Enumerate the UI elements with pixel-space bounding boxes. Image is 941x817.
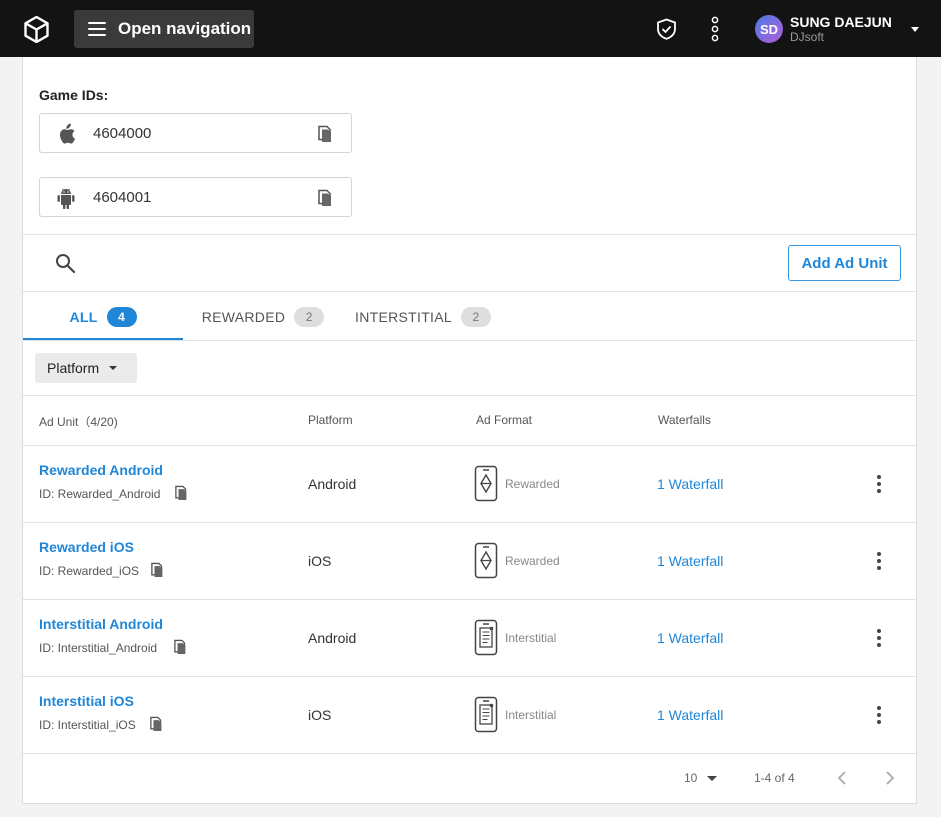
chevron-left-icon[interactable] [835,769,849,787]
tab-label: INTERSTITIAL [355,308,452,325]
avatar[interactable]: SD [755,15,783,43]
ad-units-card: Game IDs: 4604000 4604001 Add Ad Unit AL… [22,57,917,804]
shield-check-icon[interactable] [656,18,677,40]
ad-unit-platform: Android [308,630,357,646]
user-name[interactable]: SUNG DAEJUN [790,14,892,30]
chevron-right-icon[interactable] [883,769,897,787]
column-header-ad-unit: Ad Unit（4/20) [39,415,118,429]
platform-filter-button[interactable]: Platform [35,353,137,383]
tab-count-badge: 4 [106,306,137,327]
ad-unit-format: Interstitial [505,708,557,722]
ios-game-id-field: 4604000 [39,113,352,153]
caret-down-icon [109,366,118,370]
copy-icon[interactable] [318,189,334,207]
game-ids-label: Game IDs: [39,87,109,103]
add-ad-unit-button[interactable]: Add Ad Unit [788,245,901,281]
rows-per-page-value: 10 [684,771,698,785]
ad-unit-name-link[interactable]: Interstitial iOS [39,693,134,709]
column-header-platform: Platform [308,413,353,427]
table-row: Interstitial Android ID: Interstitial_An… [23,600,916,677]
rows-per-page-select[interactable]: 10 [684,771,718,785]
ad-unit-id: ID: Interstitial_iOS [39,718,136,732]
ad-unit-name-link[interactable]: Rewarded Android [39,462,163,478]
ios-game-id-value: 4604000 [93,125,152,142]
ad-unit-format: Rewarded [505,477,560,491]
tab-rewarded[interactable]: REWARDED 2 [201,293,325,340]
ad-unit-id: ID: Rewarded_Android [39,487,161,501]
waterfall-link[interactable]: 1 Waterfall [657,630,723,646]
android-game-id-field: 4604001 [39,177,352,217]
tab-count-badge: 2 [460,306,491,327]
ad-unit-id: ID: Rewarded_iOS [39,564,140,578]
more-vertical-icon[interactable] [873,628,885,648]
more-vertical-icon[interactable] [710,16,720,42]
ad-unit-platform: iOS [308,553,332,569]
waterfall-link[interactable]: 1 Waterfall [657,707,723,723]
ad-unit-name-link[interactable]: Interstitial Android [39,616,163,632]
divider [23,291,916,292]
divider [23,395,916,396]
android-icon [57,188,75,209]
unity-cube-icon[interactable] [24,16,49,43]
copy-icon[interactable] [150,716,164,732]
search-icon[interactable] [55,253,76,274]
table-row: Rewarded iOS ID: Rewarded_iOS iOS Reward… [23,523,916,600]
interstitial-format-icon [474,619,498,656]
more-vertical-icon[interactable] [873,705,885,725]
ad-unit-name-link[interactable]: Rewarded iOS [39,539,134,555]
tab-label: ALL [69,308,98,325]
ad-unit-format: Interstitial [505,631,557,645]
user-org: DJsoft [790,30,825,44]
tab-interstitial[interactable]: INTERSTITIAL 2 [353,293,493,340]
pagination-range: 1-4 of 4 [754,771,795,785]
column-header-ad-format: Ad Format [476,413,533,427]
chevron-down-icon[interactable] [911,27,919,32]
rewarded-format-icon [474,465,498,502]
copy-icon[interactable] [175,485,189,501]
tab-all[interactable]: ALL 4 [23,293,183,340]
waterfall-link[interactable]: 1 Waterfall [657,476,723,492]
platform-filter-label: Platform [47,360,100,376]
copy-icon[interactable] [174,639,188,655]
hamburger-icon [88,22,106,36]
open-navigation-label: Open navigation [118,19,252,38]
more-vertical-icon[interactable] [873,474,885,494]
copy-icon[interactable] [318,125,334,143]
apple-icon [60,123,76,144]
waterfall-link[interactable]: 1 Waterfall [657,553,723,569]
table-row: Interstitial iOS ID: Interstitial_iOS iO… [23,677,916,754]
top-bar: Open navigation SD SUNG DAEJUN DJsoft [0,0,941,57]
ad-unit-id: ID: Interstitial_Android [39,641,158,655]
copy-icon[interactable] [151,562,165,578]
more-vertical-icon[interactable] [873,551,885,571]
android-game-id-value: 4604001 [93,189,152,206]
tab-count-badge: 2 [294,306,325,327]
ad-unit-format: Rewarded [505,554,560,568]
open-navigation-button[interactable]: Open navigation [74,10,254,48]
rewarded-format-icon [474,542,498,579]
tab-label: REWARDED [201,308,286,325]
ad-unit-platform: Android [308,476,357,492]
interstitial-format-icon [474,696,498,733]
ad-unit-platform: iOS [308,707,332,723]
caret-down-icon [707,775,718,781]
divider [23,340,916,341]
table-row: Rewarded Android ID: Rewarded_Android An… [23,446,916,523]
divider [23,234,916,235]
column-header-waterfalls: Waterfalls [658,413,711,427]
